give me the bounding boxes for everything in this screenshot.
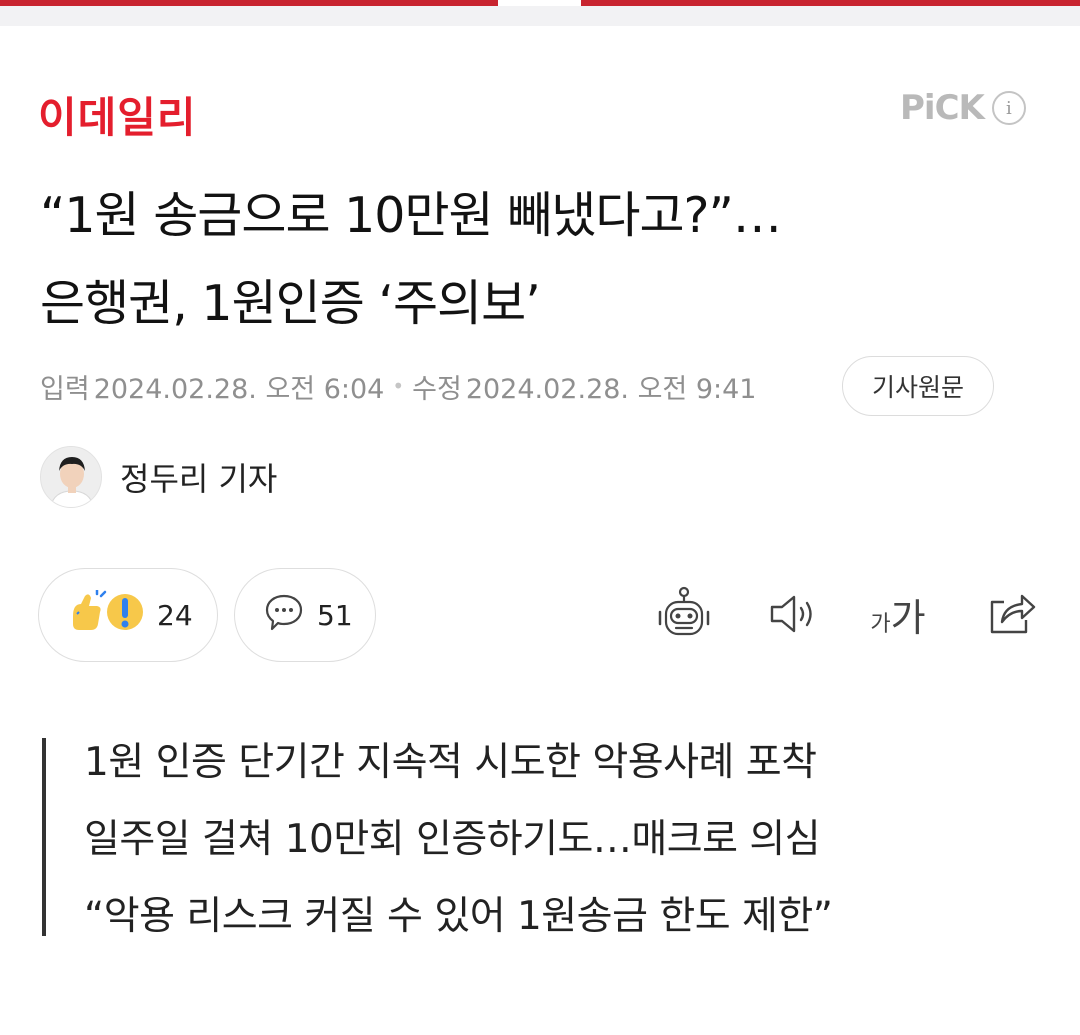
text-to-speech-button[interactable] [764,584,824,644]
font-size-icon: 가가 [870,587,925,642]
original-article-button[interactable]: 기사원문 [842,356,994,416]
reporter-name[interactable]: 정두리 기자 [120,454,277,500]
press-logo[interactable]: 이데일리 [38,84,197,145]
progress-bar-gap [498,0,581,6]
published-date: 2024.02.28. 오전 6:04 [93,373,385,405]
meta-separator: • [392,374,405,398]
font-size-small-label: 가 [870,611,891,637]
pick-label: PiCK [900,88,985,128]
pick-badge[interactable]: PiCK i [900,88,1026,128]
reaction-button[interactable]: 24 [38,568,218,662]
share-icon [990,594,1036,634]
browser-top-bar [0,0,1080,26]
published-label: 입력 [40,373,90,405]
modified-date: 2024.02.28. 오전 9:41 [465,373,757,405]
summary-line: “악용 리스크 커질 수 있어 1원송금 한도 제한” [84,894,833,939]
headline-line: 은행권, 1원인증 ‘주의보’ [40,275,541,332]
ai-summary-button[interactable] [654,584,714,644]
info-icon[interactable]: i [991,91,1026,125]
reporter-info[interactable]: 정두리 기자 [40,446,277,508]
summary-line: 1원 인증 단기간 지속적 시도한 악용사례 포착 [84,740,817,785]
comment-count: 51 [317,598,353,632]
article-headline: “1원 송금으로 10만원 빼냈다고?”… 은행권, 1원인증 ‘주의보’ [40,172,1050,348]
article-meta: 입력 2024.02.28. 오전 6:04 • 수정 2024.02.28. … [40,364,756,408]
reaction-emoji-icon [67,588,145,640]
comment-button[interactable]: 51 [234,568,376,662]
article-summary: 1원 인증 단기간 지속적 시도한 악용사례 포착 일주일 걸쳐 10만회 인증… [42,738,1046,939]
headline-line: “1원 송금으로 10만원 빼냈다고?”… [40,187,782,244]
robot-summary-icon [658,586,710,636]
font-size-large-label: 가 [890,595,926,640]
font-size-button[interactable]: 가가 [868,584,928,644]
progress-bar-left [0,0,498,6]
avatar-image [41,447,101,507]
summary-line: 일주일 걸쳐 10만회 인증하기도…매크로 의심 [84,817,821,862]
share-button[interactable] [980,584,1040,644]
speaker-icon [770,595,812,633]
reaction-count: 24 [157,598,193,632]
progress-bar-right [581,0,1080,6]
speech-bubble-icon [263,592,305,638]
reporter-avatar[interactable] [40,446,102,508]
modified-label: 수정 [412,373,462,405]
